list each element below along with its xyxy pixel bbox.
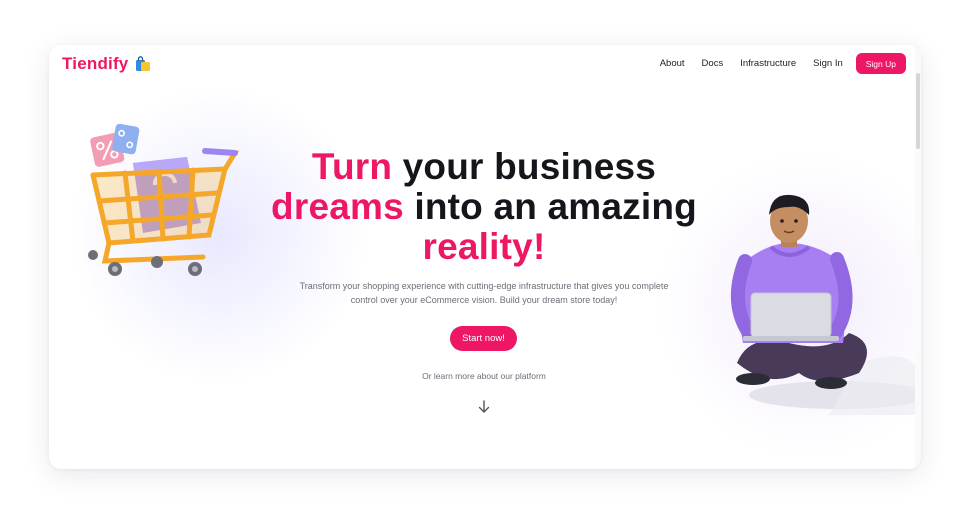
shopping-cart-illustration bbox=[88, 123, 240, 276]
sign-up-button[interactable]: Sign Up bbox=[855, 53, 906, 74]
shopping-bag-icon bbox=[134, 55, 152, 73]
brand-name: Tiendify bbox=[62, 54, 129, 73]
brand-logo[interactable]: Tiendify bbox=[62, 53, 152, 75]
nav-sign-in[interactable]: Sign In bbox=[813, 58, 843, 69]
nav-about[interactable]: About bbox=[660, 58, 685, 69]
person-with-laptop-illustration bbox=[730, 194, 921, 415]
nav-infrastructure[interactable]: Infrastructure bbox=[740, 58, 796, 69]
hero-headline: Turn your business dreams into an amazin… bbox=[249, 147, 719, 267]
page-scrollbar[interactable] bbox=[915, 45, 921, 469]
learn-more-text[interactable]: Or learn more about our platform bbox=[359, 371, 609, 381]
nav-docs[interactable]: Docs bbox=[702, 58, 724, 69]
scrollbar-thumb[interactable] bbox=[916, 73, 920, 149]
start-now-button[interactable]: Start now! bbox=[450, 326, 517, 351]
browser-page: Tiendify About Docs Infrastructure Sign … bbox=[49, 45, 921, 469]
headline-text-2: into an amazing bbox=[403, 186, 697, 227]
arrow-down-icon[interactable] bbox=[477, 400, 491, 414]
top-nav: About Docs Infrastructure Sign In Sign U… bbox=[643, 53, 906, 74]
headline-accent-reality: reality! bbox=[422, 226, 546, 267]
headline-accent-dreams: dreams bbox=[271, 186, 404, 227]
hero-description: Transform your shopping experience with … bbox=[299, 281, 669, 305]
headline-text-1: your business bbox=[392, 146, 657, 187]
headline-accent-turn: Turn bbox=[311, 146, 393, 187]
